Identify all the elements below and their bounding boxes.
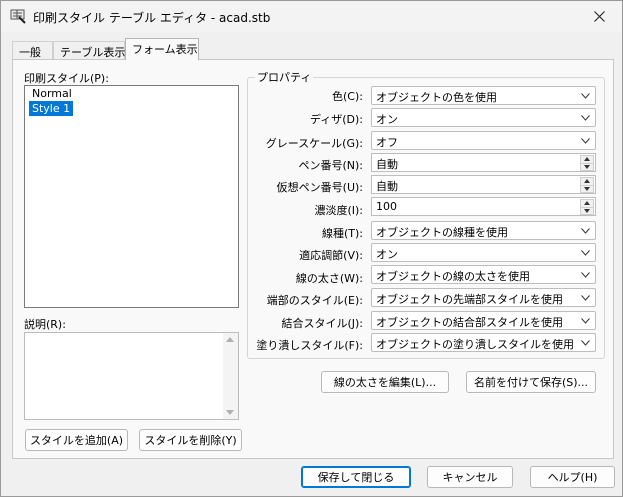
virtual-pen-number-value: 自動 xyxy=(376,180,398,193)
linetype-label: 線種(T): xyxy=(321,227,363,240)
tab-label: 一般 xyxy=(19,46,41,59)
adaptive-value: オン xyxy=(376,248,398,261)
dither-value: オン xyxy=(376,113,398,126)
dither-select[interactable]: オン xyxy=(371,108,596,127)
chevron-down-icon xyxy=(581,93,590,99)
tab-bar: 一般 テーブル表示 フォーム表示 xyxy=(1,38,622,60)
list-item[interactable]: Normal xyxy=(29,86,75,101)
chevron-down-icon xyxy=(581,138,590,144)
screening-spinner[interactable]: 100 xyxy=(371,197,596,216)
tab-label: テーブル表示 xyxy=(60,46,126,59)
print-style-table-editor-window: 印刷スタイル テーブル エディタ - acad.stb 一般 テーブル表示 フォ… xyxy=(0,0,623,497)
chevron-down-icon xyxy=(581,228,590,234)
color-select[interactable]: オブジェクトの色を使用 xyxy=(371,86,596,105)
fill-style-label: 塗り潰しスタイル(F): xyxy=(256,339,363,352)
lineweight-value: オブジェクトの線の太さを使用 xyxy=(376,270,530,283)
scroll-down-icon[interactable] xyxy=(226,410,234,415)
tab-general[interactable]: 一般 xyxy=(12,41,53,60)
chevron-down-icon xyxy=(581,295,590,301)
fill-style-select[interactable]: オブジェクトの塗り潰しスタイルを使用 xyxy=(371,333,596,352)
chevron-down-icon xyxy=(581,318,590,324)
adaptive-label: 適応調節(V): xyxy=(299,249,363,262)
cancel-button[interactable]: キャンセル xyxy=(427,466,513,488)
line-end-style-select[interactable]: オブジェクトの先端部スタイルを使用 xyxy=(371,288,596,307)
close-icon xyxy=(593,11,605,22)
help-button[interactable]: ヘルプ(H) xyxy=(530,466,615,488)
list-item-selected[interactable]: Style 1 xyxy=(29,101,74,116)
grayscale-select[interactable]: オフ xyxy=(371,131,596,150)
fill-style-value: オブジェクトの塗り潰しスタイルを使用 xyxy=(376,338,574,351)
spinner-arrows[interactable] xyxy=(580,155,594,171)
description-label: 説明(R): xyxy=(24,318,66,331)
window-title: 印刷スタイル テーブル エディタ - acad.stb xyxy=(33,11,271,25)
tab-table-view[interactable]: テーブル表示 xyxy=(53,41,125,60)
scroll-up-icon[interactable] xyxy=(226,337,234,342)
grayscale-label: グレースケール(G): xyxy=(265,137,363,150)
linetype-select[interactable]: オブジェクトの線種を使用 xyxy=(371,221,596,240)
lineweight-select[interactable]: オブジェクトの線の太さを使用 xyxy=(371,265,596,284)
properties-group-title: プロパティ xyxy=(255,69,314,85)
title-bar: 印刷スタイル テーブル エディタ - acad.stb xyxy=(1,1,622,32)
spin-down-icon[interactable] xyxy=(580,184,594,193)
app-icon xyxy=(10,9,26,24)
chevron-down-icon xyxy=(581,250,590,256)
line-join-style-select[interactable]: オブジェクトの結合部スタイルを使用 xyxy=(371,311,596,330)
line-end-style-label: 端部のスタイル(E): xyxy=(266,294,363,307)
description-scrollbar[interactable] xyxy=(223,333,238,419)
screening-value: 100 xyxy=(376,200,397,213)
print-styles-label: 印刷スタイル(P): xyxy=(24,72,109,85)
color-label: 色(C): xyxy=(332,90,363,103)
chevron-down-icon xyxy=(581,340,590,346)
delete-style-button[interactable]: スタイルを削除(Y) xyxy=(139,429,242,451)
spin-down-icon[interactable] xyxy=(580,162,594,171)
print-styles-list[interactable]: Normal Style 1 xyxy=(24,85,239,308)
spinner-arrows[interactable] xyxy=(580,177,594,193)
tab-label: フォーム表示 xyxy=(132,43,198,56)
edit-lineweights-button[interactable]: 線の太さを編集(L)... xyxy=(321,371,449,393)
pen-number-spinner[interactable]: 自動 xyxy=(371,153,596,172)
save-and-close-button[interactable]: 保存して閉じる xyxy=(301,466,411,488)
line-join-style-value: オブジェクトの結合部スタイルを使用 xyxy=(376,316,563,329)
save-as-button[interactable]: 名前を付けて保存(S)... xyxy=(466,371,596,393)
linetype-value: オブジェクトの線種を使用 xyxy=(376,226,508,239)
pen-number-label: ペン番号(N): xyxy=(298,159,363,172)
close-button[interactable] xyxy=(576,1,622,32)
virtual-pen-number-label: 仮想ペン番号(U): xyxy=(276,181,363,194)
adaptive-select[interactable]: オン xyxy=(371,243,596,262)
tab-form-view[interactable]: フォーム表示 xyxy=(125,38,199,60)
chevron-down-icon xyxy=(581,272,590,278)
virtual-pen-number-spinner[interactable]: 自動 xyxy=(371,175,596,194)
spin-down-icon[interactable] xyxy=(580,206,594,215)
chevron-down-icon xyxy=(581,115,590,121)
screening-label: 濃淡度(I): xyxy=(314,204,363,217)
lineweight-label: 線の太さ(W): xyxy=(295,272,363,285)
dither-label: ディザ(D): xyxy=(310,113,363,126)
spinner-arrows[interactable] xyxy=(580,199,594,215)
grayscale-value: オフ xyxy=(376,136,398,149)
pen-number-value: 自動 xyxy=(376,158,398,171)
line-join-style-label: 結合スタイル(J): xyxy=(281,317,363,330)
description-textarea[interactable] xyxy=(24,332,239,420)
line-end-style-value: オブジェクトの先端部スタイルを使用 xyxy=(376,293,563,306)
add-style-button[interactable]: スタイルを追加(A) xyxy=(25,429,128,451)
color-value: オブジェクトの色を使用 xyxy=(376,91,497,104)
